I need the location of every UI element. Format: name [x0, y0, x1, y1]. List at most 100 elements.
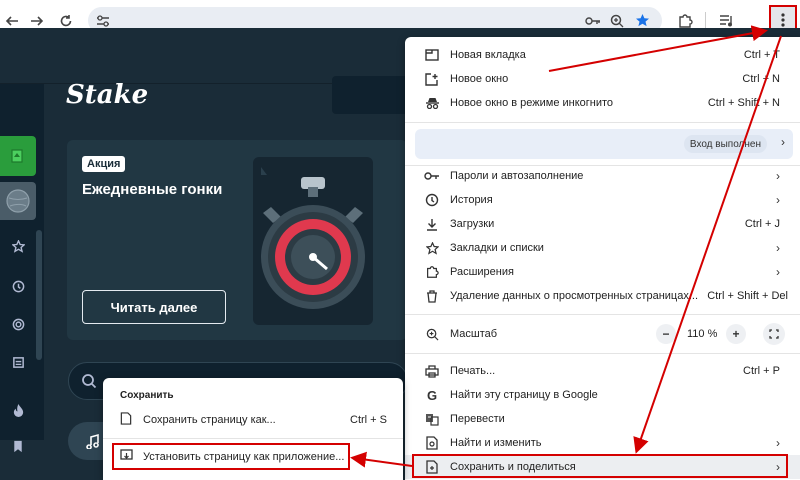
bookmark-star-button[interactable] — [634, 12, 651, 29]
menu-item-label: Расширения — [450, 266, 514, 278]
menu-item-shortcut: Ctrl + P — [743, 365, 780, 377]
sidebar-challenges-button[interactable] — [0, 306, 36, 342]
menu-separator — [405, 122, 800, 123]
submenu-title: Сохранить — [120, 390, 174, 401]
stake-logo[interactable]: Stake — [66, 80, 148, 110]
menu-item-new-tab[interactable]: Новая вкладка Ctrl + T — [405, 43, 800, 67]
menu-item-label: Перевести — [450, 413, 505, 425]
chevron-right-icon: › — [776, 193, 780, 207]
music-icon — [86, 433, 99, 449]
menu-item-bookmarks[interactable]: Закладки и списки › — [405, 236, 800, 260]
key-icon — [424, 168, 440, 184]
read-more-button[interactable]: Читать далее — [82, 290, 226, 324]
sports-tab[interactable] — [0, 182, 36, 220]
chevron-right-icon: › — [781, 135, 785, 149]
toolbar-divider — [705, 12, 706, 29]
highlight-box-save-share — [412, 454, 788, 478]
menu-item-label: Найти и изменить — [450, 437, 542, 449]
magnifier-icon — [610, 14, 623, 27]
zoom-in-button[interactable]: + — [726, 324, 746, 344]
menu-item-history[interactable]: История › — [405, 188, 800, 212]
reload-icon — [60, 15, 72, 27]
sidebar-bets-button[interactable] — [0, 344, 36, 380]
menu-item-label: История — [450, 194, 493, 206]
search-icon — [82, 374, 97, 389]
sidebar-favourites-button[interactable] — [0, 228, 36, 264]
menu-item-label: Закладки и списки — [450, 242, 544, 254]
menu-item-label: Пароли и автозаполнение — [450, 170, 584, 182]
menu-item-label: Печать... — [450, 365, 496, 377]
menu-item-label: Загрузки — [450, 218, 495, 230]
menu-item-shortcut: Ctrl + Shift + N — [707, 97, 780, 109]
menu-item-save-page-as[interactable]: Сохранить страницу как... Ctrl + S — [103, 408, 403, 432]
zoom-out-button[interactable]: − — [656, 324, 676, 344]
menu-item-label: Масштаб — [450, 328, 498, 340]
chevron-right-icon: › — [776, 265, 780, 279]
history-icon — [12, 280, 24, 292]
puzzle-icon — [424, 264, 440, 280]
file-icon — [120, 412, 132, 428]
new-tab-icon — [424, 47, 440, 63]
signed-in-badge: Вход выполнен — [683, 135, 767, 153]
menu-separator — [405, 353, 800, 354]
site-header-search[interactable] — [332, 76, 407, 114]
menu-item-shortcut: Ctrl + Shift + Del — [707, 290, 788, 302]
target-icon — [12, 318, 24, 330]
menu-item-translate[interactable]: Перевести — [405, 407, 800, 431]
arrow-right-icon — [31, 16, 44, 26]
fire-icon — [13, 403, 23, 417]
zoom-button[interactable] — [608, 12, 625, 29]
site-info-button[interactable] — [94, 12, 111, 29]
menu-item-shortcut: Ctrl + N — [742, 73, 780, 85]
menu-item-passwords[interactable]: Пароли и автозаполнение › — [405, 164, 800, 188]
menu-item-new-window[interactable]: Новое окно Ctrl + N — [405, 67, 800, 91]
menu-item-clear-data[interactable]: Удаление данных о просмотренных страница… — [405, 284, 800, 308]
menu-item-find[interactable]: Найти и изменить › — [405, 431, 800, 455]
menu-item-shortcut: Ctrl + J — [744, 218, 780, 230]
highlight-box-install-app — [112, 443, 350, 470]
stopwatch-illustration — [261, 167, 365, 309]
zoom-level: 110 % — [687, 328, 718, 340]
three-dots-vertical-icon — [781, 13, 785, 27]
fullscreen-icon — [769, 329, 779, 339]
password-button[interactable] — [584, 12, 601, 29]
media-control-icon — [720, 15, 732, 27]
profile-row[interactable]: Вход выполнен › — [415, 129, 793, 159]
ball-icon — [6, 189, 30, 213]
cards-icon — [11, 149, 23, 163]
receipt-icon — [12, 356, 24, 368]
arrow-left-icon — [5, 16, 18, 26]
chevron-right-icon: › — [776, 436, 780, 450]
fullscreen-button[interactable] — [763, 323, 785, 345]
menu-item-print[interactable]: Печать... Ctrl + P — [405, 359, 800, 383]
key-icon — [584, 16, 600, 25]
sidebar-recent-button[interactable] — [0, 268, 36, 304]
history-icon — [424, 192, 440, 208]
chevron-right-icon: › — [776, 241, 780, 255]
menu-item-shortcut: Ctrl + S — [350, 414, 387, 426]
find-page-icon — [424, 435, 440, 451]
menu-item-incognito[interactable]: Новое окно в режиме инкогнито Ctrl + Shi… — [405, 91, 800, 115]
download-icon — [424, 216, 440, 232]
star-icon — [424, 240, 440, 256]
bookmark-icon — [14, 440, 22, 452]
star-icon — [11, 239, 25, 253]
incognito-icon — [424, 95, 440, 111]
sidebar-saved-button[interactable] — [0, 428, 36, 464]
menu-item-extensions[interactable]: Расширения › — [405, 260, 800, 284]
menu-separator — [405, 314, 800, 315]
menu-item-zoom: Масштаб − 110 % + — [405, 321, 800, 347]
trash-icon — [424, 288, 440, 304]
google-icon: G — [426, 387, 438, 403]
sidebar-hot-button[interactable] — [0, 392, 36, 428]
casino-tab[interactable] — [0, 136, 36, 176]
menu-item-label: Новая вкладка — [450, 49, 526, 61]
menu-item-label: Удаление данных о просмотренных страница… — [450, 290, 699, 302]
menu-item-label: Новое окно — [450, 73, 509, 85]
menu-item-search-google[interactable]: G Найти эту страницу в Google — [405, 383, 800, 407]
sidebar-scrollbar[interactable] — [36, 230, 42, 360]
promo-title: Ежедневные гонки — [82, 181, 223, 198]
zoom-icon — [424, 326, 440, 342]
menu-item-downloads[interactable]: Загрузки Ctrl + J — [405, 212, 800, 236]
menu-item-label: Сохранить страницу как... — [143, 414, 276, 426]
